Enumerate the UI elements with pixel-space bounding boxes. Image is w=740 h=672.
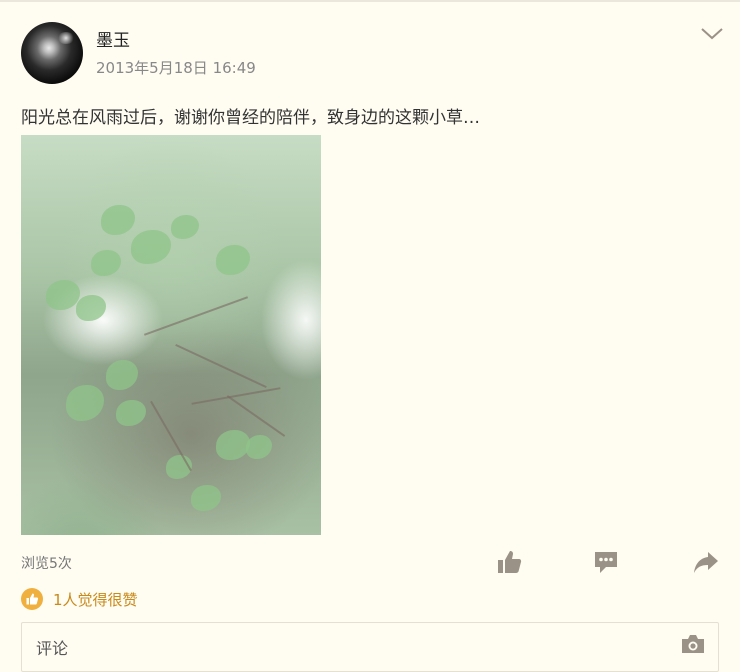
top-divider — [0, 0, 740, 2]
camera-icon[interactable] — [680, 633, 706, 655]
chevron-down-icon[interactable] — [698, 22, 726, 44]
share-arrow-icon[interactable] — [692, 548, 720, 576]
comment-input[interactable]: 评论 — [21, 622, 719, 672]
thumbs-up-badge-icon — [21, 588, 43, 610]
view-count: 浏览5次 — [21, 556, 72, 572]
post-text: 阳光总在风雨过后，谢谢你曾经的陪伴，致身边的这颗小草… — [21, 108, 480, 128]
post-photo[interactable] — [21, 135, 321, 535]
post-timestamp: 2013年5月18日 16:49 — [96, 59, 256, 77]
speech-bubble-icon[interactable] — [592, 548, 620, 576]
avatar[interactable] — [21, 22, 83, 84]
likes-text: 1人觉得很赞 — [53, 590, 138, 609]
likes-summary[interactable]: 1人觉得很赞 — [21, 587, 138, 611]
thumbs-up-icon[interactable] — [495, 548, 523, 576]
comment-placeholder: 评论 — [36, 639, 69, 658]
author-name[interactable]: 墨玉 — [96, 26, 130, 51]
